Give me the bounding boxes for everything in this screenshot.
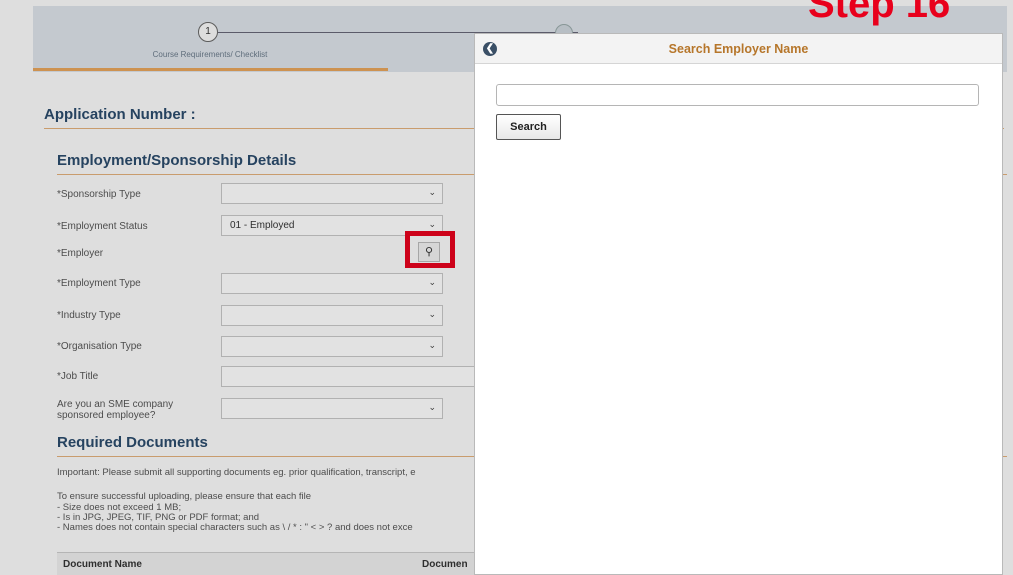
search-button[interactable]: Search — [496, 114, 561, 140]
modal-title: Search Employer Name — [668, 42, 809, 56]
back-circle-icon[interactable]: ❮ — [483, 42, 497, 56]
employer-search-input[interactable] — [496, 84, 979, 106]
step-label: Step 16 — [808, 0, 951, 26]
search-employer-modal: Search Employer Name ❮ Search — [474, 33, 1003, 575]
modal-header: Search Employer Name ❮ — [475, 34, 1002, 64]
